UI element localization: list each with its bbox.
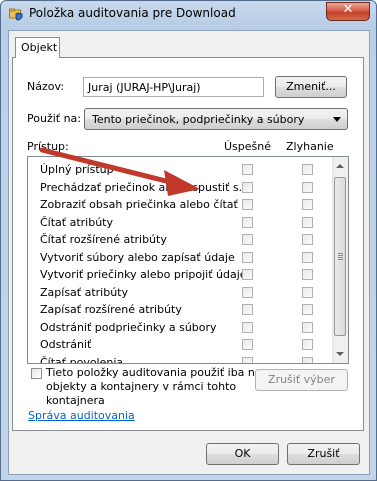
apply-to-label: Použiť na: [27,112,82,125]
permission-row[interactable]: Čítať povolenia [28,353,333,364]
title-bar[interactable]: Položka auditovania pre Download ✕ [1,1,376,27]
failure-checkbox[interactable] [302,181,313,193]
permission-row[interactable]: Vytvoriť priečinky alebo pripojiť údaje [28,265,333,283]
failure-checkbox[interactable] [302,269,313,280]
ok-button[interactable]: OK [206,443,279,465]
scrollbar-thumb[interactable] [334,177,346,336]
success-checkbox[interactable] [242,304,253,315]
tab-objekt[interactable]: Objekt [15,37,60,58]
permission-row[interactable]: Prechádzať priečinok alebo spustiť s... [28,178,333,196]
access-label: Prístup: [27,140,69,153]
grip-line [338,257,343,258]
apply-to-select[interactable]: Tento priečinok, podpriečinky a súbory [84,108,348,130]
success-checkbox[interactable] [242,234,253,245]
permission-name: Vytvoriť priečinky alebo pripojiť údaje [40,268,247,281]
permission-row[interactable]: Zapísať rozšírené atribúty [28,300,333,318]
permission-name: Vytvoriť súbory alebo zapísať údaje [40,250,235,264]
manage-auditing-link[interactable]: Správa auditovania [28,409,135,422]
grip-line [338,259,343,260]
success-checkbox[interactable] [242,286,253,298]
permission-list-scrollbar[interactable] [332,157,348,363]
permission-row[interactable]: Zapísať atribúty [28,283,333,301]
scroll-down-arrow-icon[interactable] [336,352,344,356]
success-checkbox[interactable] [242,199,253,210]
permission-row[interactable]: Odstrániť podpriečinky a súbory [28,318,333,336]
permission-row[interactable]: Čítať rozšírené atribúty [28,230,333,248]
permission-name: Čítať rozšírené atribúty [40,233,167,246]
apply-only-checkbox[interactable] [31,368,42,379]
failure-checkbox[interactable] [302,304,313,315]
permission-row[interactable]: Zobraziť obsah priečinka alebo čítať ... [28,195,333,213]
failure-column-header: Zlyhanie [286,140,334,153]
failure-checkbox[interactable] [302,339,313,350]
apply-only-label-line2: objekty a kontajnery v rámci tohto [46,380,237,393]
permission-row[interactable]: Vytvoriť súbory alebo zapísať údaje [28,248,333,266]
close-icon: ✕ [342,2,354,17]
apply-to-selected-value: Tento priečinok, podpriečinky a súbory [92,113,305,126]
apply-only-label-line1: Tieto položky auditovania použiť iba na [46,366,262,379]
success-column-header: Úspešné [224,140,272,153]
success-checkbox[interactable] [242,216,253,228]
failure-checkbox[interactable] [302,251,313,263]
close-button[interactable]: ✕ [326,2,370,21]
permission-name: Úplný prístup [40,163,114,176]
chevron-down-icon [333,117,341,122]
failure-checkbox[interactable] [302,216,313,228]
failure-checkbox[interactable] [302,199,313,210]
permission-name: Zapísať atribúty [40,285,129,299]
success-checkbox[interactable] [242,269,253,280]
failure-checkbox[interactable] [302,356,313,363]
scroll-up-arrow-icon[interactable] [336,164,344,168]
failure-checkbox[interactable] [302,286,313,298]
grip-line [338,255,343,256]
permission-name: Čítať atribúty [40,215,114,229]
failure-checkbox[interactable] [302,321,313,333]
permission-row[interactable]: Úplný prístup [28,160,333,178]
failure-checkbox[interactable] [302,234,313,245]
success-checkbox[interactable] [242,321,253,333]
permission-name: Zobraziť obsah priečinka alebo čítať ... [40,198,252,211]
permission-name: Odstrániť podpriečinky a súbory [40,320,217,334]
change-principal-button[interactable]: Zmeniť... [275,76,347,98]
tab-objekt-label: Objekt [21,41,58,54]
failure-checkbox[interactable] [302,164,313,175]
window-title: Položka auditovania pre Download [29,6,236,20]
apply-only-label-line3: kontajnera [46,394,105,407]
principal-name-field[interactable]: Juraj (JURAJ-HP\Juraj) [83,77,264,97]
cancel-button[interactable]: Zrušiť [287,443,360,465]
name-label: Názov: [27,80,65,93]
principal-name-value: Juraj (JURAJ-HP\Juraj) [88,81,201,94]
permission-row[interactable]: Čítať atribúty [28,213,333,231]
permission-row[interactable]: Odstrániť [28,335,333,353]
folder-shield-icon [9,8,23,21]
permission-name: Odstrániť [40,338,92,351]
success-checkbox[interactable] [242,356,253,363]
clear-all-button[interactable]: Zrušiť výber [255,369,348,391]
grip-line [338,253,343,254]
success-checkbox[interactable] [242,164,253,175]
permission-name: Zapísať rozšírené atribúty [40,303,182,316]
success-checkbox[interactable] [242,181,253,193]
permission-list[interactable]: Úplný prístup Prechádzať priečinok alebo… [27,156,349,364]
permission-name: Prechádzať priečinok alebo spustiť s... [40,180,250,194]
permission-name: Čítať povolenia [40,355,124,364]
success-checkbox[interactable] [242,251,253,263]
success-checkbox[interactable] [242,339,253,350]
